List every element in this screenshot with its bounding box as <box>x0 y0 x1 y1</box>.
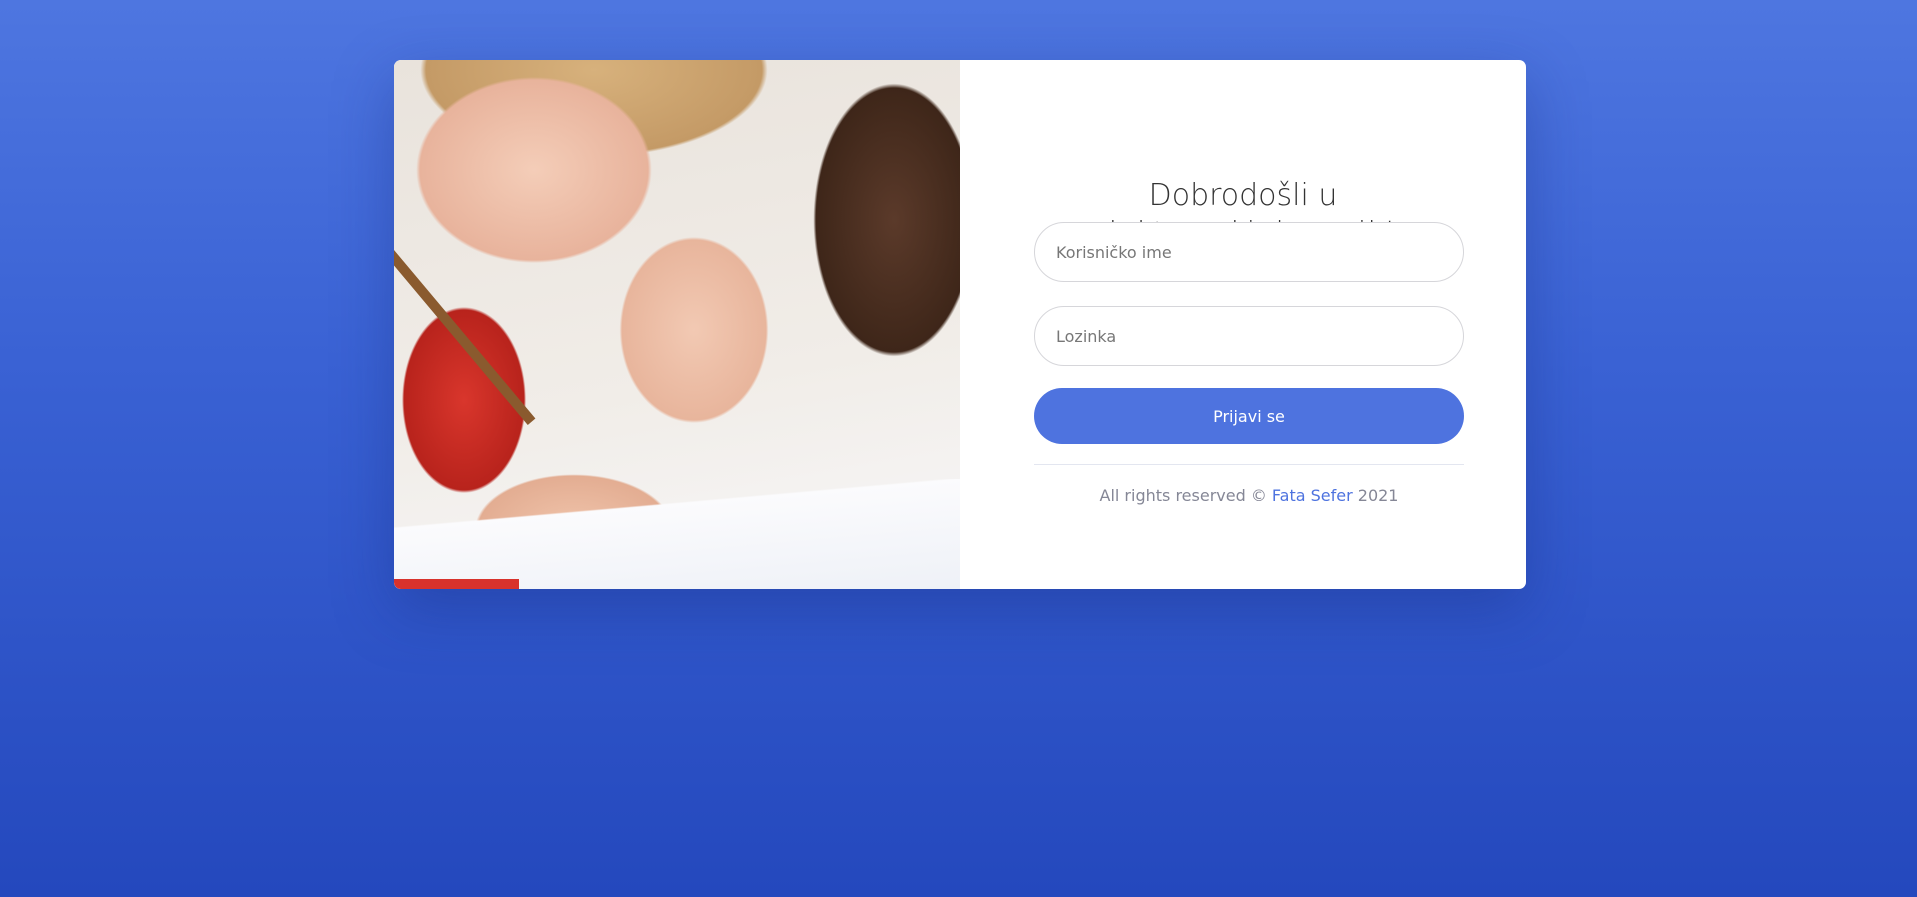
footer-prefix: All rights reserved © <box>1099 486 1272 505</box>
login-button[interactable]: Prijavi se <box>1034 388 1464 444</box>
author-link[interactable]: Fata Sefer <box>1272 486 1353 505</box>
login-form: Dobrodošli u elektronski dnevnik! Prijav… <box>960 60 1526 589</box>
red-pencil-graphic <box>394 579 519 589</box>
footer-suffix: 2021 <box>1352 486 1399 505</box>
divider <box>1034 464 1464 465</box>
pencil-graphic <box>394 250 536 425</box>
paper-graphic <box>394 479 960 589</box>
password-input[interactable] <box>1034 306 1464 366</box>
hero-photo <box>394 60 960 589</box>
footer-text: All rights reserved © Fata Sefer 2021 <box>1034 486 1464 505</box>
username-input[interactable] <box>1034 222 1464 282</box>
login-card: Dobrodošli u elektronski dnevnik! Prijav… <box>394 60 1526 589</box>
